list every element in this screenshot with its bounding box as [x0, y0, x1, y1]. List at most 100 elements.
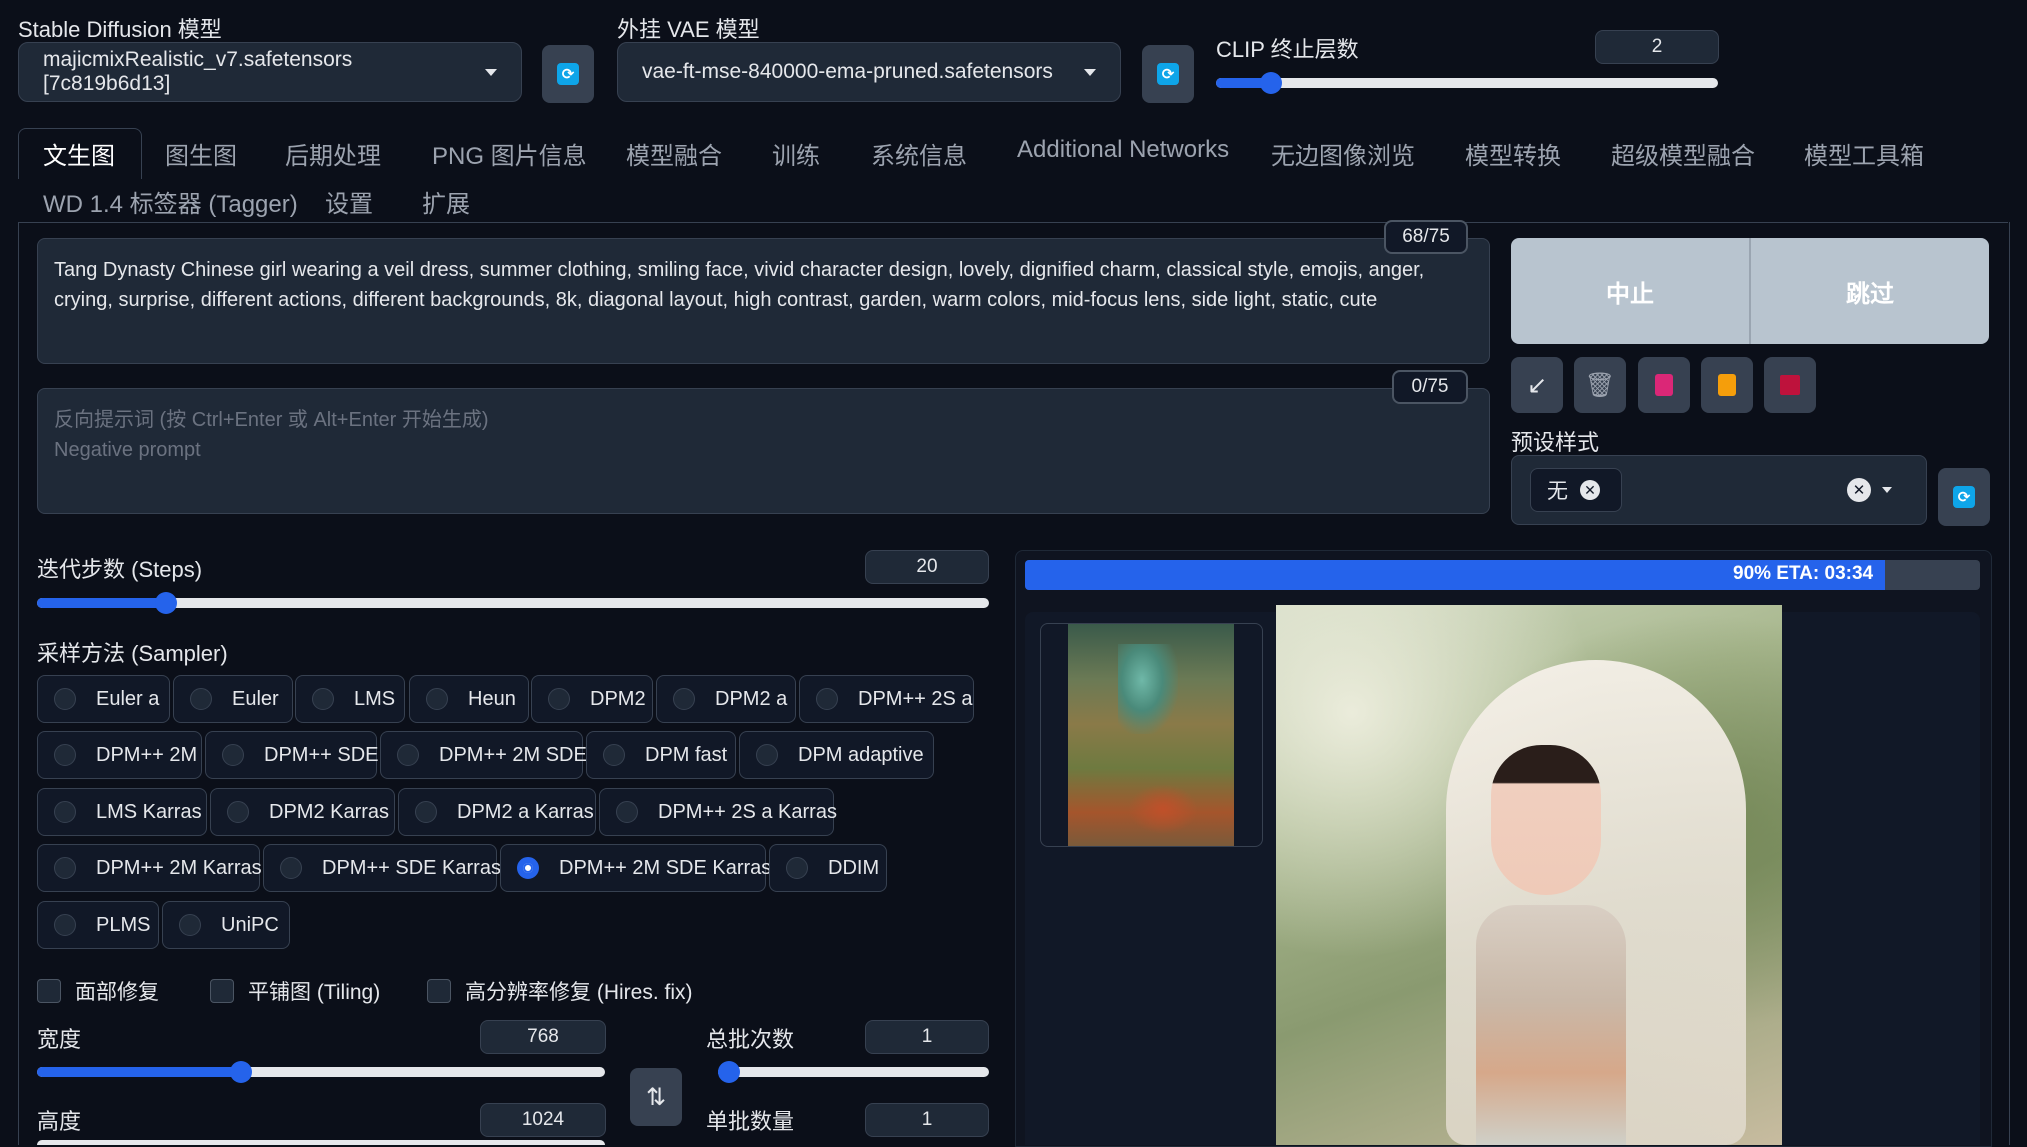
sampler-option[interactable]: UniPC [162, 901, 290, 949]
face-restore-checkbox[interactable]: 面部修复 [37, 976, 159, 1006]
radio-dot[interactable] [816, 688, 838, 710]
sampler-option[interactable]: LMS [295, 675, 405, 723]
tab-model-converter[interactable]: 模型转换 [1465, 136, 1561, 171]
sampler-option[interactable]: DPM++ 2M SDE Karras [500, 844, 771, 892]
sampler-option[interactable]: DPM++ 2M SDE [380, 731, 587, 779]
apply-style-button[interactable] [1701, 357, 1753, 413]
batch-count-slider[interactable] [718, 1061, 989, 1083]
width-input[interactable]: 768 [480, 1020, 606, 1054]
sampler-option[interactable]: Heun [409, 675, 529, 723]
clear-prompt-button[interactable]: 🗑 [1574, 357, 1626, 413]
radio-dot[interactable] [756, 744, 778, 766]
refresh-styles-button[interactable]: ⟳ [1938, 468, 1990, 526]
width-slider[interactable] [37, 1061, 605, 1083]
generated-image[interactable] [1276, 605, 1782, 1145]
tab-wd14-tagger[interactable]: WD 1.4 标签器 (Tagger) [43, 184, 298, 219]
radio-dot[interactable] [190, 688, 212, 710]
styles-dropdown[interactable]: 无 ✕ ✕ [1511, 455, 1927, 525]
sampler-option[interactable]: PLMS [37, 901, 159, 949]
tab-infinite-image-browsing[interactable]: 无边图像浏览 [1271, 136, 1415, 171]
radio-dot[interactable] [179, 914, 201, 936]
tab-checkpoint-merger[interactable]: 模型融合 [626, 136, 722, 171]
sampler-option[interactable]: DPM++ 2M [37, 731, 202, 779]
radio-dot[interactable] [54, 688, 76, 710]
sampler-option[interactable]: Euler a [37, 675, 170, 723]
sampler-option[interactable]: DPM adaptive [739, 731, 934, 779]
sampler-option[interactable]: LMS Karras [37, 788, 207, 836]
steps-slider[interactable] [37, 592, 989, 614]
sampler-option[interactable]: DPM fast [586, 731, 736, 779]
checkbox-box[interactable] [427, 979, 451, 1003]
sampler-option[interactable]: DPM++ SDE Karras [263, 844, 501, 892]
negative-prompt-textarea[interactable]: 反向提示词 (按 Ctrl+Enter 或 Alt+Enter 开始生成) Ne… [37, 388, 1490, 514]
radio-dot[interactable] [415, 801, 437, 823]
chevron-down-icon[interactable] [1882, 487, 1892, 493]
read-params-button[interactable]: ↙ [1511, 357, 1563, 413]
radio-dot[interactable] [54, 914, 76, 936]
sampler-option[interactable]: DPM2 [531, 675, 653, 723]
slider-handle[interactable] [718, 1061, 740, 1083]
clear-styles-icon[interactable]: ✕ [1847, 478, 1871, 502]
height-input[interactable]: 1024 [480, 1103, 606, 1137]
style-tag[interactable]: 无 ✕ [1530, 468, 1622, 512]
radio-dot[interactable] [426, 688, 448, 710]
tiling-checkbox[interactable]: 平铺图 (Tiling) [210, 976, 380, 1006]
refresh-vae-button[interactable]: ⟳ [1142, 45, 1194, 103]
tab-extras[interactable]: 后期处理 [285, 136, 381, 171]
slider-handle[interactable] [1260, 72, 1282, 94]
sampler-option[interactable]: DPM++ 2S a [799, 675, 974, 723]
sampler-option[interactable]: DPM++ 2S a Karras [599, 788, 837, 836]
checkbox-box[interactable] [210, 979, 234, 1003]
slider-handle[interactable] [230, 1061, 252, 1083]
live-preview-thumbnail[interactable] [1040, 623, 1263, 847]
height-slider[interactable] [37, 1140, 605, 1145]
radio-dot[interactable] [227, 801, 249, 823]
tab-extensions[interactable]: 扩展 [422, 184, 470, 219]
tab-model-toolkit[interactable]: 模型工具箱 [1804, 136, 1924, 171]
sampler-option[interactable]: DPM++ SDE [205, 731, 378, 779]
sd-model-dropdown[interactable]: majicmixRealistic_v7.safetensors [7c819b… [18, 42, 522, 102]
radio-dot[interactable] [222, 744, 244, 766]
prompt-textarea[interactable]: Tang Dynasty Chinese girl wearing a veil… [37, 238, 1490, 364]
radio-dot[interactable] [54, 857, 76, 879]
clip-skip-slider[interactable] [1216, 72, 1718, 94]
radio-dot[interactable] [280, 857, 302, 879]
tab-img2img[interactable]: 图生图 [165, 136, 237, 171]
sampler-option[interactable]: DPM2 a [656, 675, 796, 723]
interrupt-button[interactable]: 中止 [1511, 238, 1749, 344]
tab-additional-networks[interactable]: Additional Networks [1017, 136, 1229, 164]
slider-handle[interactable] [155, 592, 177, 614]
tab-system-info[interactable]: 系统信息 [871, 136, 967, 171]
vae-dropdown[interactable]: vae-ft-mse-840000-ema-pruned.safetensors [617, 42, 1121, 102]
radio-dot[interactable] [603, 744, 625, 766]
batch-size-input[interactable]: 1 [865, 1103, 989, 1137]
skip-button[interactable]: 跳过 [1751, 238, 1989, 344]
sampler-option[interactable]: DPM++ 2M Karras [37, 844, 262, 892]
radio-dot[interactable] [54, 801, 76, 823]
save-style-button[interactable] [1764, 357, 1816, 413]
swap-dimensions-button[interactable]: ⇅ [630, 1068, 682, 1126]
refresh-sd-model-button[interactable]: ⟳ [542, 45, 594, 103]
batch-count-input[interactable]: 1 [865, 1020, 989, 1054]
tab-train[interactable]: 训练 [772, 136, 820, 171]
radio-dot[interactable] [616, 801, 638, 823]
radio-dot[interactable] [548, 688, 570, 710]
tab-super-merger[interactable]: 超级模型融合 [1611, 136, 1755, 171]
sampler-option[interactable]: DPM2 Karras [210, 788, 395, 836]
hires-fix-checkbox[interactable]: 高分辨率修复 (Hires. fix) [427, 976, 693, 1006]
sampler-option[interactable]: Euler [173, 675, 293, 723]
extra-networks-button[interactable] [1638, 357, 1690, 413]
clip-skip-input[interactable]: 2 [1595, 30, 1719, 64]
tab-png-info[interactable]: PNG 图片信息 [432, 136, 587, 171]
sampler-option[interactable]: DDIM [769, 844, 887, 892]
sampler-option[interactable]: DPM2 a Karras [398, 788, 596, 836]
radio-dot[interactable] [786, 857, 808, 879]
radio-dot[interactable] [312, 688, 334, 710]
checkbox-box[interactable] [37, 979, 61, 1003]
radio-dot[interactable] [517, 857, 539, 879]
remove-tag-icon[interactable]: ✕ [1580, 480, 1600, 500]
radio-dot[interactable] [397, 744, 419, 766]
radio-dot[interactable] [54, 744, 76, 766]
radio-dot[interactable] [673, 688, 695, 710]
steps-input[interactable]: 20 [865, 550, 989, 584]
